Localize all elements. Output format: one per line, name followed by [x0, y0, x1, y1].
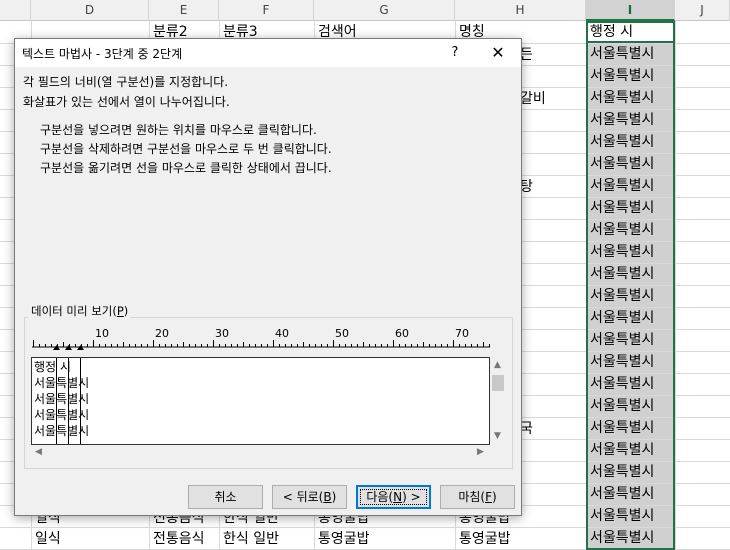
finish-button[interactable]: 마침(F)	[440, 485, 515, 509]
ruler-label: 20	[155, 327, 169, 340]
next-button[interactable]: 다음(N) >	[356, 485, 431, 509]
text-wizard-dialog: 텍스트 마법사 - 3단계 중 2단계 ? ✕ 각 필드의 너비(열 구분선)를…	[14, 38, 522, 516]
cell-h-partial[interactable]: 든	[520, 45, 586, 66]
cell-g-last[interactable]: 통영굴밥	[314, 529, 455, 550]
preview-row: 행정 시	[34, 360, 71, 374]
data-preview-box[interactable]: 행정 시 서울특별시 서울특별시 서울특별시 서울특별시	[31, 357, 490, 445]
column-header-row-number[interactable]	[0, 0, 31, 21]
cell-e-last[interactable]: 전통음식	[149, 529, 219, 550]
column-break-line[interactable]	[68, 358, 69, 444]
back-button[interactable]: < 뒤로(B)	[272, 485, 347, 509]
cell-d-last[interactable]: 일식	[31, 529, 149, 550]
column-header-h[interactable]: H	[455, 0, 586, 21]
ruler-label: 50	[335, 327, 349, 340]
description-line-2: 화살표가 있는 선에서 열이 나누어집니다.	[23, 95, 230, 109]
ruler-label: 70	[455, 327, 469, 340]
column-break-line[interactable]	[56, 358, 57, 444]
instruction-delete: 구분선을 삭제하려면 구분선을 마우스로 두 번 클릭합니다.	[40, 142, 332, 156]
ruler-label: 10	[95, 327, 109, 340]
column-header-g[interactable]: G	[314, 0, 455, 21]
column-header-e[interactable]: E	[149, 0, 219, 21]
scroll-left-icon[interactable]: ◀	[35, 447, 42, 457]
column-header-i[interactable]: I	[586, 0, 675, 21]
scroll-right-icon[interactable]: ▶	[477, 447, 484, 457]
dialog-title: 텍스트 마법사 - 3단계 중 2단계	[22, 47, 183, 61]
data-preview-label: 데이터 미리 보기(P)	[28, 303, 132, 319]
cell-h-last[interactable]: 통영굴밥	[455, 529, 586, 550]
cell-h-partial[interactable]: 국	[520, 419, 586, 440]
scroll-down-icon[interactable]: ▼	[494, 431, 501, 441]
instruction-insert: 구분선을 넣으려면 원하는 위치를 마우스로 클릭합니다.	[40, 123, 317, 137]
close-button[interactable]: ✕	[485, 41, 511, 65]
cell-h-partial[interactable]: 갈비	[520, 89, 586, 110]
selected-column-border	[586, 21, 675, 550]
column-header-j[interactable]: J	[675, 0, 730, 21]
cell-f-last[interactable]: 한식 일반	[219, 529, 314, 550]
scroll-up-icon[interactable]: ▲	[494, 360, 501, 370]
dialog-titlebar[interactable]: 텍스트 마법사 - 3단계 중 2단계 ? ✕	[15, 39, 521, 67]
scroll-thumb[interactable]	[492, 375, 504, 391]
ruler-label: 40	[275, 327, 289, 340]
preview-horizontal-scrollbar[interactable]: ◀ ▶	[31, 445, 490, 461]
column-ruler[interactable]: 10 20 30 40 50 60 70	[32, 326, 492, 350]
cancel-button[interactable]: 취소	[188, 485, 263, 509]
cell-h-partial[interactable]: 탕	[520, 177, 586, 198]
instruction-move: 구분선을 옮기려면 선을 마우스로 클릭한 상태에서 끕니다.	[40, 161, 332, 175]
column-break-line[interactable]	[80, 358, 81, 444]
description-line-1: 각 필드의 너비(열 구분선)를 지정합니다.	[23, 75, 229, 89]
ruler-label: 30	[215, 327, 229, 340]
column-header-d[interactable]: D	[31, 0, 149, 21]
ruler-label: 60	[395, 327, 409, 340]
preview-vertical-scrollbar[interactable]: ▲ ▼	[490, 357, 506, 445]
column-header-f[interactable]: F	[219, 0, 314, 21]
help-button[interactable]: ?	[443, 41, 467, 65]
